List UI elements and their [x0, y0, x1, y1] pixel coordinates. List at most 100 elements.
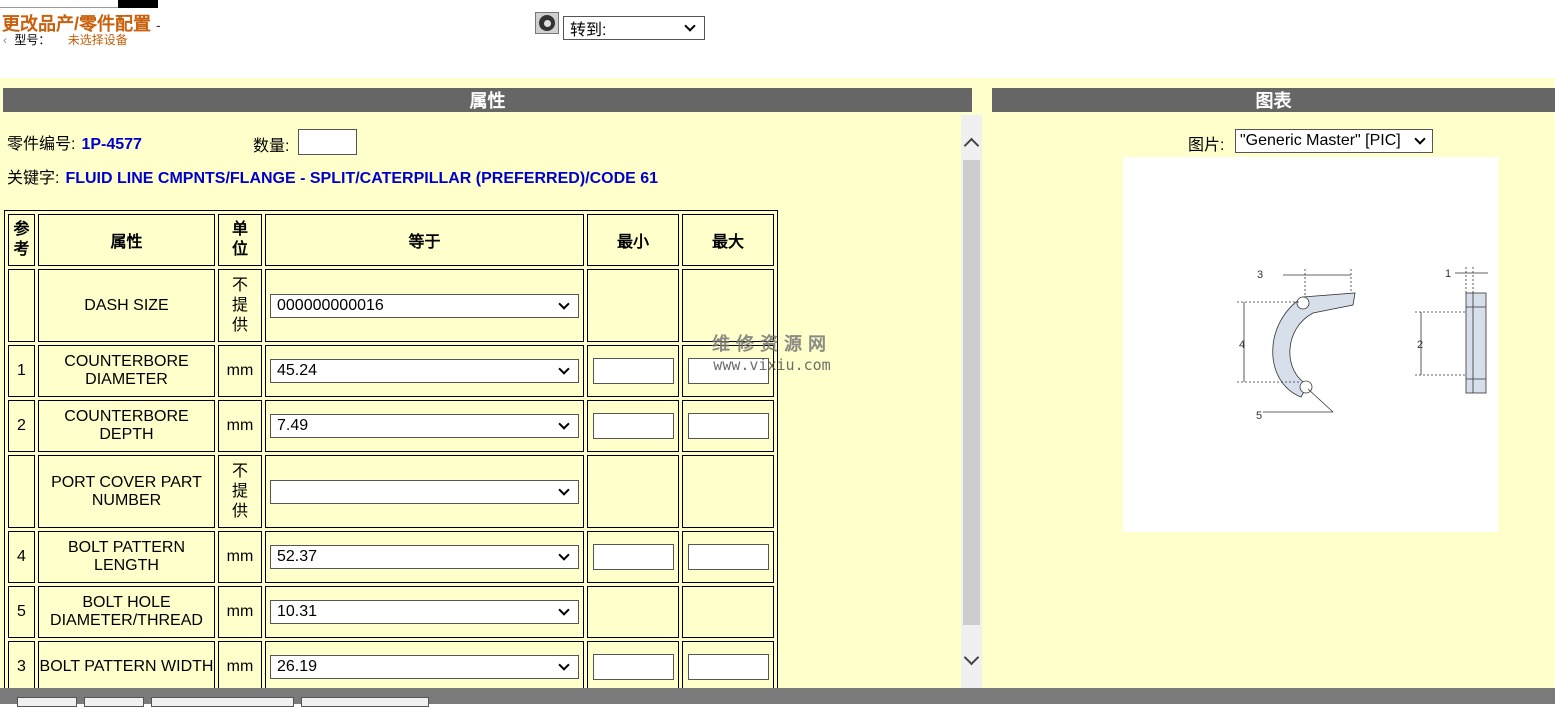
chevron-down-icon	[558, 604, 570, 616]
row-ref: 2	[8, 400, 35, 452]
row-attribute: BOLT HOLE DIAMETER/THREAD	[38, 586, 215, 638]
equals-select[interactable]: 45.24	[270, 359, 579, 383]
max-input[interactable]	[687, 654, 769, 680]
vertical-scrollbar[interactable]	[961, 115, 982, 688]
nut-icon[interactable]	[535, 12, 559, 34]
row-unit: 不提供	[218, 455, 262, 528]
picture-select-value: "Generic Master" [PIC]	[1240, 132, 1401, 149]
col-equals: 等于	[265, 214, 584, 266]
equals-select[interactable]: 7.49	[270, 414, 579, 438]
diagram-label-1: 1	[1445, 268, 1451, 280]
row-ref	[8, 269, 35, 342]
table-row: PORT COVER PART NUMBER 不提供	[8, 455, 774, 528]
chart-header: 图表	[992, 88, 1555, 112]
max-input[interactable]	[687, 544, 769, 570]
chevron-down-icon	[558, 363, 570, 375]
goto-select-value: 转到:	[570, 22, 607, 39]
row-unit: mm	[218, 345, 262, 397]
row-equals: 10.31	[265, 586, 584, 638]
row-equals: 7.49	[265, 400, 584, 452]
row-min	[587, 455, 679, 528]
chevron-down-icon	[1414, 133, 1426, 145]
keyword-label: 关键字:	[7, 170, 60, 187]
diagram-label-2: 2	[1417, 339, 1423, 351]
watermark: 维修资源网 www.vixiu.com	[712, 330, 832, 374]
col-ref: 参考	[8, 214, 35, 266]
col-max: 最大	[682, 214, 774, 266]
diagram-label-5: 5	[1256, 410, 1262, 422]
table-row: 2 COUNTERBORE DEPTH mm 7.49	[8, 400, 774, 452]
row-min	[587, 345, 679, 397]
table-row: 3 BOLT PATTERN WIDTH mm 26.19	[8, 641, 774, 693]
row-unit: mm	[218, 531, 262, 583]
model-row: ‹ 型号： 未选择设备	[3, 31, 128, 48]
scroll-down-icon[interactable]	[961, 645, 982, 675]
part-diagram: 3 1 4 2 5	[1123, 157, 1498, 532]
picture-label: 图片:	[1188, 137, 1225, 154]
row-max	[682, 455, 774, 528]
model-label: 型号：	[14, 33, 51, 47]
scroll-thumb[interactable]	[963, 160, 980, 625]
row-attribute: BOLT PATTERN LENGTH	[38, 531, 215, 583]
table-row: 5 BOLT HOLE DIAMETER/THREAD mm 10.31	[8, 586, 774, 638]
equals-select[interactable]	[270, 479, 579, 504]
row-ref: 1	[8, 345, 35, 397]
row-min	[587, 586, 679, 638]
bottom-button[interactable]	[84, 697, 144, 707]
diagram-label-3: 3	[1257, 269, 1263, 281]
scroll-up-icon[interactable]	[961, 127, 982, 157]
chevron-down-icon	[558, 483, 570, 496]
model-value[interactable]: 未选择设备	[68, 33, 128, 47]
part-number-label: 零件编号:	[7, 136, 76, 153]
min-input[interactable]	[592, 413, 674, 439]
min-input[interactable]	[592, 654, 674, 680]
row-unit: mm	[218, 586, 262, 638]
chevron-down-icon	[684, 20, 696, 32]
row-max	[682, 641, 774, 693]
chevron-down-icon	[558, 297, 570, 310]
picture-select[interactable]: "Generic Master" [PIC]	[1235, 129, 1433, 153]
chevron-down-icon	[558, 549, 570, 561]
row-ref	[8, 455, 35, 528]
top-strip	[0, 0, 118, 8]
equals-select[interactable]: 26.19	[270, 655, 579, 679]
row-equals	[265, 455, 584, 528]
chevron-down-icon	[558, 418, 570, 430]
properties-header: 属性	[3, 88, 972, 112]
row-equals: 26.19	[265, 641, 584, 693]
row-min	[587, 531, 679, 583]
split-flange-drawing: 3 1 4 2 5	[1237, 267, 1488, 422]
bottom-button[interactable]	[151, 697, 294, 707]
row-attribute: DASH SIZE	[38, 269, 215, 342]
table-row: 1 COUNTERBORE DIAMETER mm 45.24	[8, 345, 774, 397]
row-ref: 4	[8, 531, 35, 583]
row-max	[682, 586, 774, 638]
row-min	[587, 400, 679, 452]
quantity-label: 数量:	[253, 138, 290, 155]
row-attribute: COUNTERBORE DEPTH	[38, 400, 215, 452]
row-min	[587, 641, 679, 693]
min-input[interactable]	[592, 544, 674, 570]
equals-select[interactable]: 000000000016	[270, 293, 579, 318]
col-attribute: 属性	[38, 214, 215, 266]
keyword-value: FLUID LINE CMPNTS/FLANGE - SPLIT/CATERPI…	[65, 170, 659, 187]
chevron-down-icon	[558, 659, 570, 671]
row-unit: mm	[218, 400, 262, 452]
max-input[interactable]	[687, 413, 769, 439]
row-ref: 3	[8, 641, 35, 693]
row-unit: mm	[218, 641, 262, 693]
goto-select[interactable]: 转到:	[563, 16, 705, 40]
bottom-button[interactable]	[17, 697, 77, 707]
back-arrow-icon[interactable]: ‹	[3, 33, 7, 47]
watermark-line1: 维修资源网	[712, 334, 832, 354]
row-max	[682, 400, 774, 452]
page-title-suffix: -	[156, 17, 161, 33]
min-input[interactable]	[592, 358, 674, 384]
top-strip-dark	[118, 0, 158, 8]
equals-select[interactable]: 52.37	[270, 545, 579, 569]
equals-select[interactable]: 10.31	[270, 600, 579, 624]
bottom-button[interactable]	[301, 697, 429, 707]
quantity-input[interactable]	[298, 129, 357, 155]
part-number: 1P-4577	[81, 136, 142, 153]
row-equals: 45.24	[265, 345, 584, 397]
